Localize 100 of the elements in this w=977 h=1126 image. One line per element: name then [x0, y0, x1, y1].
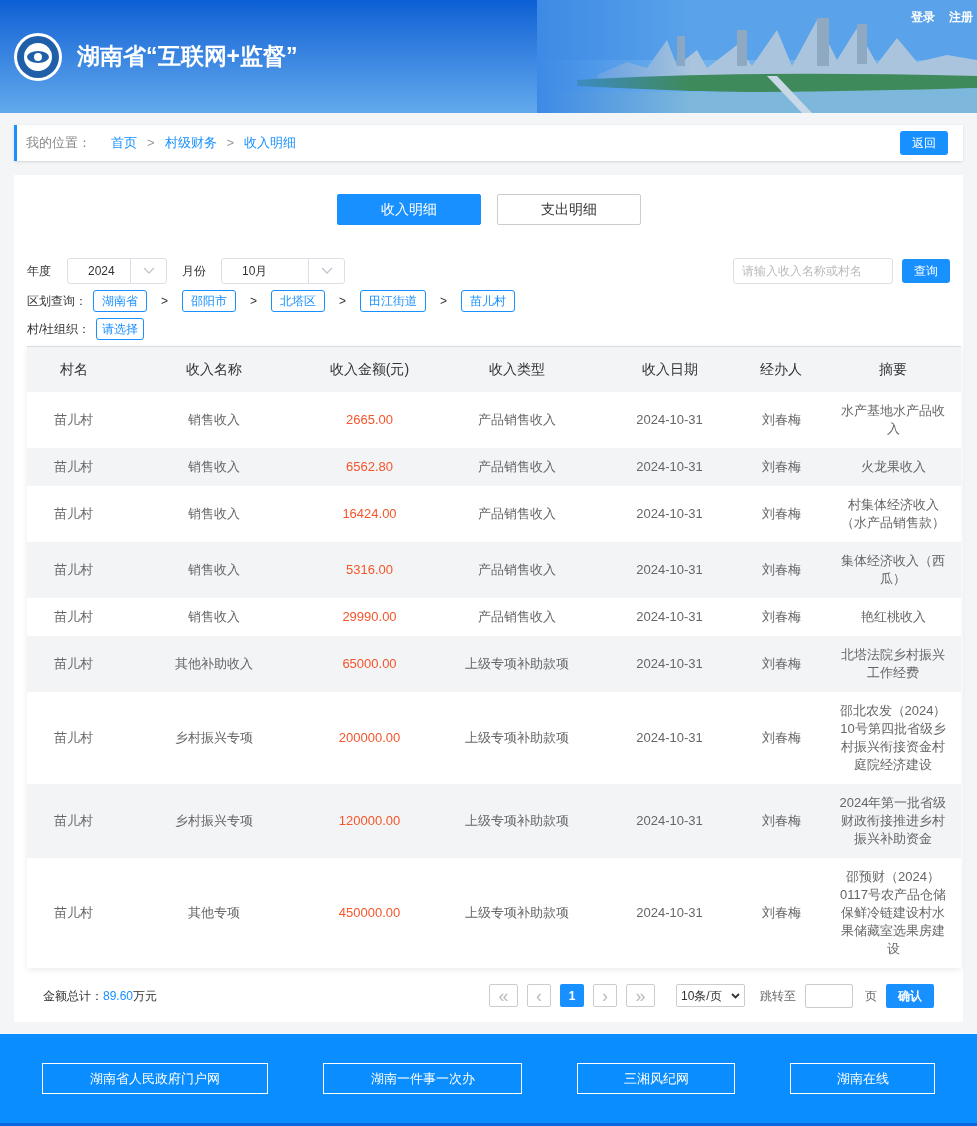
region-separator: >: [161, 293, 168, 310]
table-cell: 销售收入: [120, 597, 307, 636]
table-cell: 苗儿村: [27, 691, 120, 784]
table-cell: 其他补助收入: [120, 635, 307, 692]
page-number-field[interactable]: [805, 983, 853, 1008]
footer-link[interactable]: 湖南省人民政府门户网: [42, 1062, 268, 1094]
table-cell: 苗儿村: [27, 485, 120, 542]
table-cell: 产品销售收入: [432, 597, 602, 636]
table-cell: 2024-10-31: [602, 857, 737, 968]
table-cell: 苗儿村: [27, 541, 120, 598]
back-button[interactable]: 返回: [900, 131, 948, 155]
table-cell: 16424.00: [307, 485, 432, 542]
column-header: 摘要: [825, 346, 961, 392]
table-cell: 水产基地水产品收入: [825, 391, 961, 448]
table-cell: 苗儿村: [27, 447, 120, 486]
breadcrumb-link[interactable]: 收入明细: [244, 133, 297, 153]
month-select[interactable]: 10月: [221, 258, 345, 284]
tab[interactable]: 收入明细: [336, 194, 481, 225]
header-link[interactable]: 登录: [911, 8, 935, 26]
region-separator: >: [250, 293, 258, 310]
region-chip[interactable]: 北塔区: [271, 290, 326, 312]
table-cell: 上级专项补助款项: [432, 783, 602, 858]
table-cell: 上级专项补助款项: [432, 635, 602, 692]
table-cell: 200000.00: [307, 691, 432, 784]
tab[interactable]: 支出明细: [496, 194, 641, 225]
breadcrumb-link[interactable]: 村级财务: [164, 133, 217, 153]
table-cell: 刘春梅: [737, 691, 825, 784]
table-cell: 火龙果收入: [825, 447, 961, 486]
column-header: 收入名称: [120, 346, 307, 392]
table-cell: 450000.00: [307, 857, 432, 968]
breadcrumb-separator: >: [226, 134, 235, 153]
table-cell: 北塔法院乡村振兴工作经费: [825, 635, 961, 692]
region-chip[interactable]: 湖南省: [93, 290, 147, 312]
next-page-button[interactable]: ›: [593, 984, 617, 1007]
header-link[interactable]: 注册: [949, 8, 973, 26]
footer-link[interactable]: 湖南一件事一次办: [323, 1062, 522, 1094]
table-cell: 刘春梅: [737, 857, 825, 968]
table-cell: 产品销售收入: [432, 447, 602, 486]
table-cell: 苗儿村: [27, 391, 120, 448]
chevron-down-icon: [731, 992, 740, 999]
table-cell: 苗儿村: [27, 635, 120, 692]
table-cell: 2024-10-31: [602, 485, 737, 542]
jump-label: 跳转至: [760, 987, 796, 1005]
breadcrumb-label: 我的位置：: [26, 134, 91, 153]
column-header: 经办人: [737, 346, 825, 392]
region-chip[interactable]: 苗儿村: [461, 290, 516, 312]
table-cell: 29990.00: [307, 597, 432, 636]
footer-link[interactable]: 湖南在线: [790, 1062, 935, 1094]
eye-logo-icon: [13, 31, 63, 82]
page-button[interactable]: 1: [560, 984, 584, 1007]
table-cell: 2024-10-31: [602, 447, 737, 486]
table-cell: 艳红桃收入: [825, 597, 961, 636]
table-cell: 集体经济收入（西瓜）: [825, 541, 961, 598]
table-cell: 苗儿村: [27, 597, 120, 636]
table-cell: 2024-10-31: [602, 391, 737, 448]
table-cell: 产品销售收入: [432, 391, 602, 448]
table-cell: 刘春梅: [737, 597, 825, 636]
confirm-button[interactable]: 确认: [886, 983, 934, 1008]
table-cell: 苗儿村: [27, 857, 120, 968]
table-cell: 2024-10-31: [602, 597, 737, 636]
table-cell: 2024-10-31: [602, 783, 737, 858]
breadcrumb-link[interactable]: 首页: [111, 133, 137, 153]
total-amount: 金额总计：89.60万元: [43, 987, 158, 1005]
table-cell: 苗儿村: [27, 783, 120, 858]
region-separator: >: [440, 293, 448, 310]
table-cell: 其他专项: [120, 857, 307, 968]
month-label: 月份: [182, 263, 206, 280]
table-cell: 销售收入: [120, 485, 307, 542]
table-cell: 65000.00: [307, 635, 432, 692]
table-cell: 2024年第一批省级财政衔接推进乡村振兴补助资金: [825, 783, 961, 858]
previous-page-button[interactable]: ‹: [527, 984, 551, 1007]
table-cell: 5316.00: [307, 541, 432, 598]
page-size-select[interactable]: 10条/页: [676, 984, 745, 1007]
footer-link[interactable]: 三湘风纪网: [577, 1062, 735, 1094]
table-cell: 2665.00: [307, 391, 432, 448]
chevron-down-icon: [142, 267, 155, 275]
table-cell: 2024-10-31: [602, 635, 737, 692]
region-chip[interactable]: 邵阳市: [182, 290, 236, 312]
table-cell: 120000.00: [307, 783, 432, 858]
search-field[interactable]: 请输入收入名称或村名: [733, 258, 893, 284]
table-cell: 销售收入: [120, 391, 307, 448]
first-page-button[interactable]: «: [489, 984, 518, 1007]
table-cell: 村集体经济收入（水产品销售款）: [825, 485, 961, 542]
table-cell: 刘春梅: [737, 447, 825, 486]
region-label: 区划查询：: [27, 293, 87, 310]
table-cell: 刘春梅: [737, 391, 825, 448]
region-separator: >: [339, 293, 347, 310]
region-chip[interactable]: 田江街道: [360, 290, 427, 312]
last-page-button[interactable]: »: [626, 984, 655, 1007]
table-cell: 2024-10-31: [602, 541, 737, 598]
year-select[interactable]: 2024: [67, 258, 167, 284]
page-unit-label: 页: [865, 987, 877, 1005]
column-header: 收入金额(元): [307, 346, 432, 392]
site-title: 湖南省“互联网+监督”: [77, 42, 298, 72]
table-cell: 刘春梅: [737, 783, 825, 858]
table-cell: 上级专项补助款项: [432, 691, 602, 784]
breadcrumb-separator: >: [147, 134, 155, 153]
year-label: 年度: [27, 263, 51, 280]
org-select-button[interactable]: 请选择: [96, 318, 145, 340]
search-button[interactable]: 查询: [902, 259, 950, 283]
